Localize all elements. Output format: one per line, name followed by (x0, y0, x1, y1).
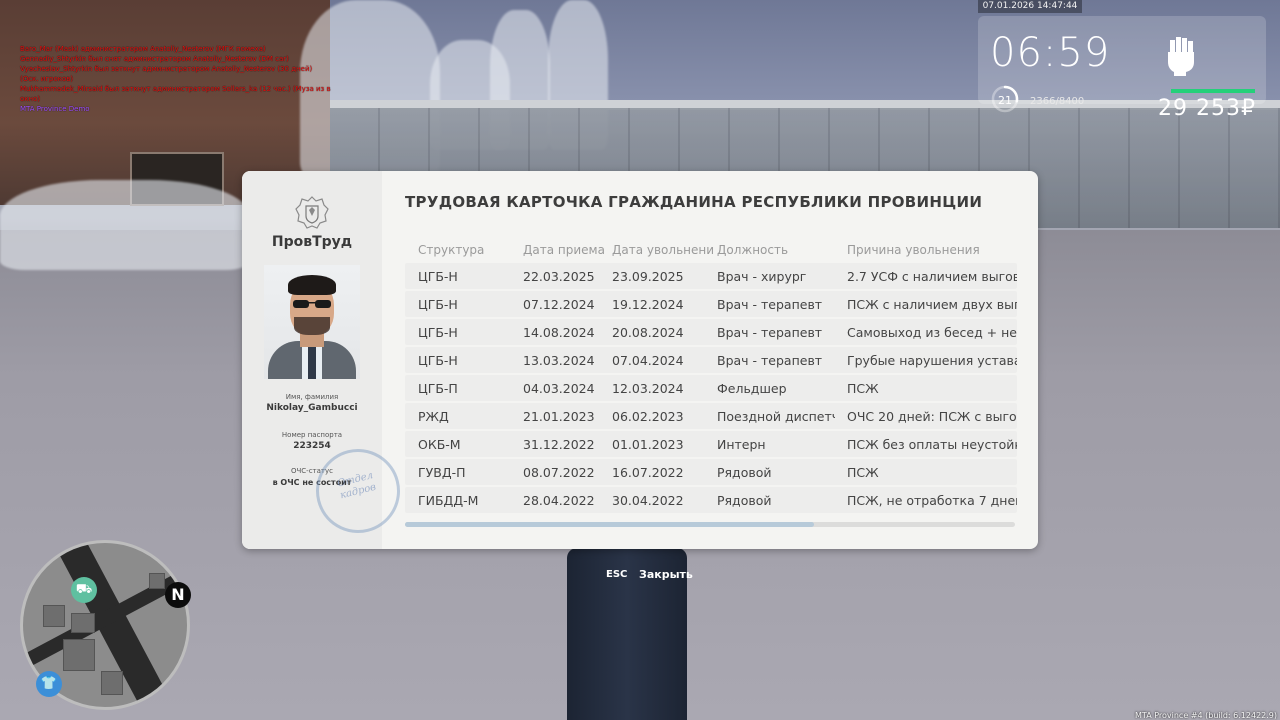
passport-label: Номер паспорта (281, 431, 343, 439)
clothes-shop-icon: 👕 (36, 671, 62, 697)
close-button[interactable]: Закрыть (639, 568, 693, 581)
table-row: ЦГБ-П 04.03.2024 12.03.2024 Фельдшер ПСЖ (405, 375, 1017, 401)
table-cell: 21.01.2023 (523, 409, 595, 424)
table-cell: Интерн (717, 437, 766, 452)
scrollbar-thumb[interactable] (405, 522, 814, 527)
table-row: ГУВД-П 08.07.2022 16.07.2022 Рядовой ПСЖ (405, 459, 1017, 485)
table-cell: ПСЖ без оплаты неустойки ( (847, 437, 1017, 452)
table-cell: 14.08.2024 (523, 325, 595, 340)
table-cell: ПСЖ (847, 381, 879, 396)
table-cell: 01.01.2023 (612, 437, 684, 452)
level-number: 21 (998, 94, 1012, 107)
org-name: ПровТруд (271, 234, 353, 250)
date-time: 07.01.2026 14:47:44 (978, 0, 1082, 13)
table-cell: ЦГБ-Н (418, 297, 458, 312)
chat-line: (Оск. игроков) (20, 75, 74, 83)
table-header: Структура Дата приема Дата увольнени Дол… (405, 237, 1017, 263)
avatar (264, 265, 360, 379)
player-name: Nikolay_Gambucci (266, 403, 358, 413)
table-cell: 28.04.2022 (523, 493, 595, 508)
profile-sidebar: ПровТруд Имя, фамилия Nikolay_Gambucci Н… (242, 171, 409, 549)
table-cell: 07.04.2024 (612, 353, 684, 368)
column-header: Должность (717, 243, 789, 257)
table-cell: 23.09.2025 (612, 269, 684, 284)
esc-key-hint: ESC (606, 569, 628, 580)
emblem-icon (295, 196, 329, 229)
table-row: ОКБ-М 31.12.2022 01.01.2023 Интерн ПСЖ без о… (405, 431, 1017, 457)
table-cell: Врач - хирург (717, 269, 807, 284)
chat-log: Baro_Mar (Mask) администратором Anatoliy… (20, 44, 340, 114)
table-row: ЦГБ-Н 22.03.2025 23.09.2025 Врач - хирург 2.… (405, 263, 1017, 289)
employment-table[interactable]: Структура Дата приема Дата увольнени Дол… (405, 237, 1017, 513)
north-indicator: N (165, 582, 191, 608)
table-cell: Рядовой (717, 465, 772, 480)
table-cell: ПСЖ, не отработка 7 дней. (847, 493, 1017, 508)
table-cell: ЦГБ-П (418, 381, 458, 396)
table-cell: 31.12.2022 (523, 437, 595, 452)
game-clock: 06:59 (990, 30, 1111, 76)
table-cell: ОЧС 20 дней: ПСЖ с выгово (847, 409, 1017, 424)
table-cell: Рядовой (717, 493, 772, 508)
table-row: РЖД 21.01.2023 06.02.2023 Поездной диспетче… (405, 403, 1017, 429)
health-bar (1171, 89, 1255, 93)
table-cell: ПСЖ (847, 465, 879, 480)
table-cell: Поездной диспетчер (717, 409, 835, 424)
table-cell: 06.02.2023 (612, 409, 684, 424)
table-row: ЦГБ-Н 13.03.2024 07.04.2024 Врач - терапевт… (405, 347, 1017, 373)
table-cell: РЖД (418, 409, 449, 424)
table-cell: 12.03.2024 (612, 381, 684, 396)
table-cell: 30.04.2022 (612, 493, 684, 508)
employment-card-window: ПровТруд Имя, фамилия Nikolay_Gambucci Н… (242, 171, 1038, 549)
table-cell: 13.03.2024 (523, 353, 595, 368)
table-row: ГИБДД-М 28.04.2022 30.04.2022 Рядовой ПСЖ, н… (405, 487, 1017, 513)
table-row: ЦГБ-Н 14.08.2024 20.08.2024 Врач - терапевт… (405, 319, 1017, 345)
page-title: ТРУДОВАЯ КАРТОЧКА ГРАЖДАНИНА РЕСПУБЛИКИ … (405, 193, 983, 211)
table-cell: Самовыход из бесед + не отр (847, 325, 1017, 340)
table-cell: Врач - терапевт (717, 297, 823, 312)
chat-line: Gennadiy_Shtyrkin был снят администратор… (20, 55, 289, 63)
fist-icon (1160, 34, 1200, 76)
xp-counter: 2366/8400 (1030, 96, 1085, 107)
table-cell: ЦГБ-Н (418, 325, 458, 340)
chat-line: MTA Province Demo (20, 105, 90, 113)
table-row: ЦГБ-Н 07.12.2024 19.12.2024 Врач - терапевт… (405, 291, 1017, 317)
table-cell: 08.07.2022 (523, 465, 595, 480)
column-header: Дата увольнени (612, 243, 715, 257)
chat-line: Vyacheslav_Shtyrkin был заткнут админист… (20, 65, 313, 73)
table-cell: Врач - терапевт (717, 353, 823, 368)
table-cell: 2.7 УСФ с наличием выговор (847, 269, 1017, 284)
table-cell: ЦГБ-Н (418, 269, 458, 284)
table-cell: 16.07.2022 (612, 465, 684, 480)
bus-stop-icon: ⛟ (71, 577, 97, 603)
table-cell: Врач - терапевт (717, 325, 823, 340)
build-version: MTA Province #4 (build: 6.12422.9) (1135, 711, 1277, 720)
table-cell: 07.12.2024 (523, 297, 595, 312)
table-cell: ПСЖ с наличием двух выгово (847, 297, 1017, 312)
table-cell: ГУВД-П (418, 465, 466, 480)
table-cell: 22.03.2025 (523, 269, 595, 284)
table-cell: Грубые нарушения устава (847, 353, 1017, 368)
table-cell: 19.12.2024 (612, 297, 684, 312)
table-cell: 20.08.2024 (612, 325, 684, 340)
table-cell: ЦГБ-Н (418, 353, 458, 368)
chat-line: Baro_Mar (Mask) администратором Anatoliy… (20, 45, 266, 53)
column-header: Структура (418, 243, 485, 257)
hr-stamp: Отдел кадров (307, 440, 409, 542)
money-balance: 29 253₽ (1158, 96, 1256, 121)
name-label: Имя, фамилия (285, 393, 339, 401)
chat-line: Mukhammadek_Mirsaid был заткнут админист… (20, 85, 331, 103)
table-cell: Фельдшер (717, 381, 787, 396)
table-cell: ОКБ-М (418, 437, 461, 452)
column-header: Причина увольнения (847, 243, 980, 257)
column-header: Дата приема (523, 243, 605, 257)
horizontal-scrollbar[interactable] (405, 522, 1015, 527)
table-cell: ГИБДД-М (418, 493, 479, 508)
table-cell: 04.03.2024 (523, 381, 595, 396)
